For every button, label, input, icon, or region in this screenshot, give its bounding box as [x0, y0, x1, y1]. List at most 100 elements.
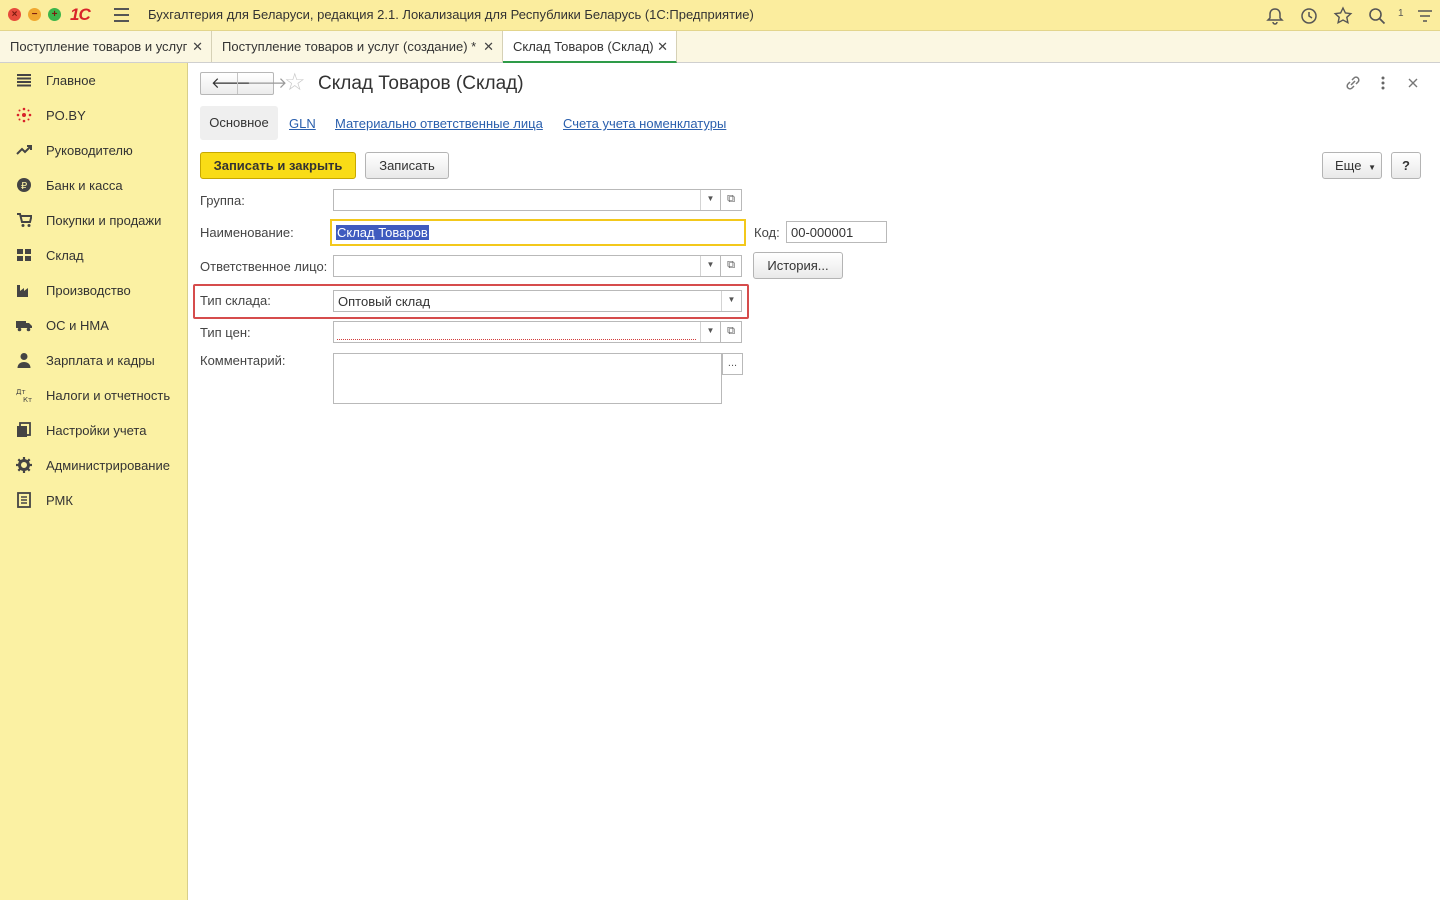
- responsible-label: Ответственное лицо:: [200, 259, 328, 274]
- required-field-underline: [337, 339, 696, 340]
- sidebar-item-label: Администрирование: [46, 458, 170, 473]
- window-minimize-button[interactable]: −: [28, 8, 41, 21]
- link-gln[interactable]: GLN: [289, 116, 316, 131]
- group-field[interactable]: ▼: [333, 189, 721, 211]
- register-icon: [17, 492, 31, 508]
- sidebar-item-label: PO.BY: [46, 108, 86, 123]
- main-menu-icon[interactable]: [114, 8, 129, 22]
- favorites-icon[interactable]: [1333, 6, 1353, 26]
- sidebar-item-taxes[interactable]: Дт Кт Налоги и отчетность: [0, 378, 187, 413]
- tab-label: Склад Товаров (Склад): [513, 39, 654, 54]
- close-icon[interactable]: ✕: [192, 31, 203, 62]
- sidebar-item-label: ОС и НМА: [46, 318, 109, 333]
- code-field[interactable]: 00-000001: [786, 221, 887, 243]
- sidebar-item-label: Налоги и отчетность: [46, 388, 171, 403]
- comment-textarea[interactable]: [333, 353, 722, 404]
- tab-label: Поступление товаров и услуг: [10, 39, 188, 54]
- subtab-main[interactable]: Основное: [200, 106, 278, 140]
- page-title: Склад Товаров (Склад): [318, 73, 524, 94]
- history-nav: 🡐 🡒: [200, 72, 287, 95]
- link-responsible-persons[interactable]: Материально ответственные лица: [335, 116, 543, 131]
- more-button[interactable]: Еще ▼: [1322, 152, 1382, 179]
- tab-receipt-create[interactable]: Поступление товаров и услуг (создание) *…: [212, 31, 503, 62]
- back-arrow-icon[interactable]: 🡐: [211, 74, 251, 93]
- sidebar-item-administration[interactable]: Администрирование: [0, 448, 187, 483]
- code-value: 00-000001: [791, 225, 854, 240]
- warehouse-type-label: Тип склада:: [200, 293, 271, 308]
- tab-receipts-list[interactable]: Поступление товаров и услуг ✕: [0, 31, 212, 62]
- open-icon[interactable]: ⧉: [721, 255, 742, 277]
- chevron-down-icon[interactable]: ▼: [700, 190, 720, 210]
- open-icon[interactable]: ⧉: [721, 321, 742, 343]
- notification-count: 1: [1398, 8, 1404, 19]
- responsible-field[interactable]: ▼: [333, 255, 721, 277]
- chevron-down-icon[interactable]: ▼: [700, 322, 720, 342]
- sidebar-item-production[interactable]: Производство: [0, 273, 187, 308]
- sidebar-item-bank[interactable]: ₽ Банк и касса: [0, 168, 187, 203]
- sections-sidebar: Главное PO.BY Руководителю ₽ Банк и касс…: [0, 63, 188, 900]
- save-and-close-button[interactable]: Записать и закрыть: [200, 152, 356, 179]
- sidebar-item-poby[interactable]: PO.BY: [0, 98, 187, 133]
- sidebar-item-fixed-assets[interactable]: ОС и НМА: [0, 308, 187, 343]
- sidebar-item-label: РМК: [46, 493, 73, 508]
- forward-arrow-icon[interactable]: 🡒: [247, 74, 287, 93]
- open-tabs-bar: Поступление товаров и услуг ✕ Поступлени…: [0, 31, 1440, 63]
- code-label: Код:: [754, 225, 780, 240]
- save-button[interactable]: Записать: [365, 152, 449, 179]
- name-label: Наименование:: [200, 225, 294, 240]
- sidebar-item-purchases-sales[interactable]: Покупки и продажи: [0, 203, 187, 238]
- more-button-label: Еще: [1335, 158, 1362, 173]
- sidebar-item-rmk[interactable]: РМК: [0, 483, 187, 518]
- window-maximize-button[interactable]: +: [48, 8, 61, 21]
- sidebar-item-label: Зарплата и кадры: [46, 353, 155, 368]
- sidebar-item-label: Покупки и продажи: [46, 213, 162, 228]
- sidebar-item-label: Настройки учета: [46, 423, 147, 438]
- dt-kt-icon: ДтКт: [16, 388, 32, 403]
- sidebar-item-warehouse[interactable]: Склад: [0, 238, 187, 273]
- chevron-down-icon[interactable]: ▼: [721, 291, 741, 311]
- name-value: Склад Товаров: [336, 225, 429, 240]
- link-icon[interactable]: [1343, 73, 1363, 93]
- group-label: Группа:: [200, 193, 245, 208]
- favorite-star-icon[interactable]: ☆: [284, 70, 306, 96]
- chevron-down-icon[interactable]: ▼: [700, 256, 720, 276]
- svg-text:Кт: Кт: [23, 396, 32, 403]
- app-logo: 1С: [70, 5, 91, 24]
- settings-menu-icon[interactable]: [1415, 6, 1435, 26]
- person-icon: [17, 353, 31, 368]
- tab-warehouse[interactable]: Склад Товаров (Склад) ✕: [503, 31, 677, 63]
- sidebar-item-label: Производство: [46, 283, 131, 298]
- cart-icon: [17, 213, 32, 227]
- warehouse-type-select[interactable]: Оптовый склад ▼: [333, 290, 742, 312]
- window-close-button[interactable]: ×: [8, 8, 21, 21]
- help-button[interactable]: ?: [1391, 152, 1421, 179]
- sidebar-item-accounting-settings[interactable]: Настройки учета: [0, 413, 187, 448]
- truck-icon: [16, 321, 32, 332]
- open-icon[interactable]: ⧉: [721, 189, 742, 211]
- history-button[interactable]: История...: [753, 252, 843, 279]
- sidebar-item-label: Банк и касса: [46, 178, 123, 193]
- bell-icon[interactable]: [1265, 6, 1285, 26]
- more-vertical-icon[interactable]: [1373, 73, 1393, 93]
- price-type-field[interactable]: ▼: [333, 321, 721, 343]
- chevron-down-icon: ▼: [1368, 163, 1376, 172]
- sidebar-item-manager[interactable]: Руководителю: [0, 133, 187, 168]
- gear-icon: [16, 457, 32, 473]
- link-item-accounts[interactable]: Счета учета номенклатуры: [563, 116, 726, 131]
- poby-icon: [16, 107, 32, 123]
- settings-doc-icon: [17, 422, 31, 437]
- coin-icon: ₽: [17, 178, 31, 192]
- ellipsis-button[interactable]: ...: [722, 353, 743, 375]
- sidebar-item-main[interactable]: Главное: [0, 63, 187, 98]
- warehouse-icon: [17, 249, 31, 261]
- title-bar: × − + 1С Бухгалтерия для Беларуси, редак…: [0, 0, 1440, 31]
- close-form-icon[interactable]: [1403, 73, 1423, 93]
- history-icon[interactable]: [1299, 6, 1319, 26]
- name-field[interactable]: Склад Товаров: [330, 219, 746, 246]
- comment-label: Комментарий:: [200, 353, 286, 368]
- svg-text:Дт: Дт: [16, 388, 26, 396]
- sidebar-item-salary[interactable]: Зарплата и кадры: [0, 343, 187, 378]
- search-icon[interactable]: [1367, 6, 1387, 26]
- close-icon[interactable]: ✕: [483, 31, 494, 62]
- close-icon[interactable]: ✕: [657, 31, 668, 62]
